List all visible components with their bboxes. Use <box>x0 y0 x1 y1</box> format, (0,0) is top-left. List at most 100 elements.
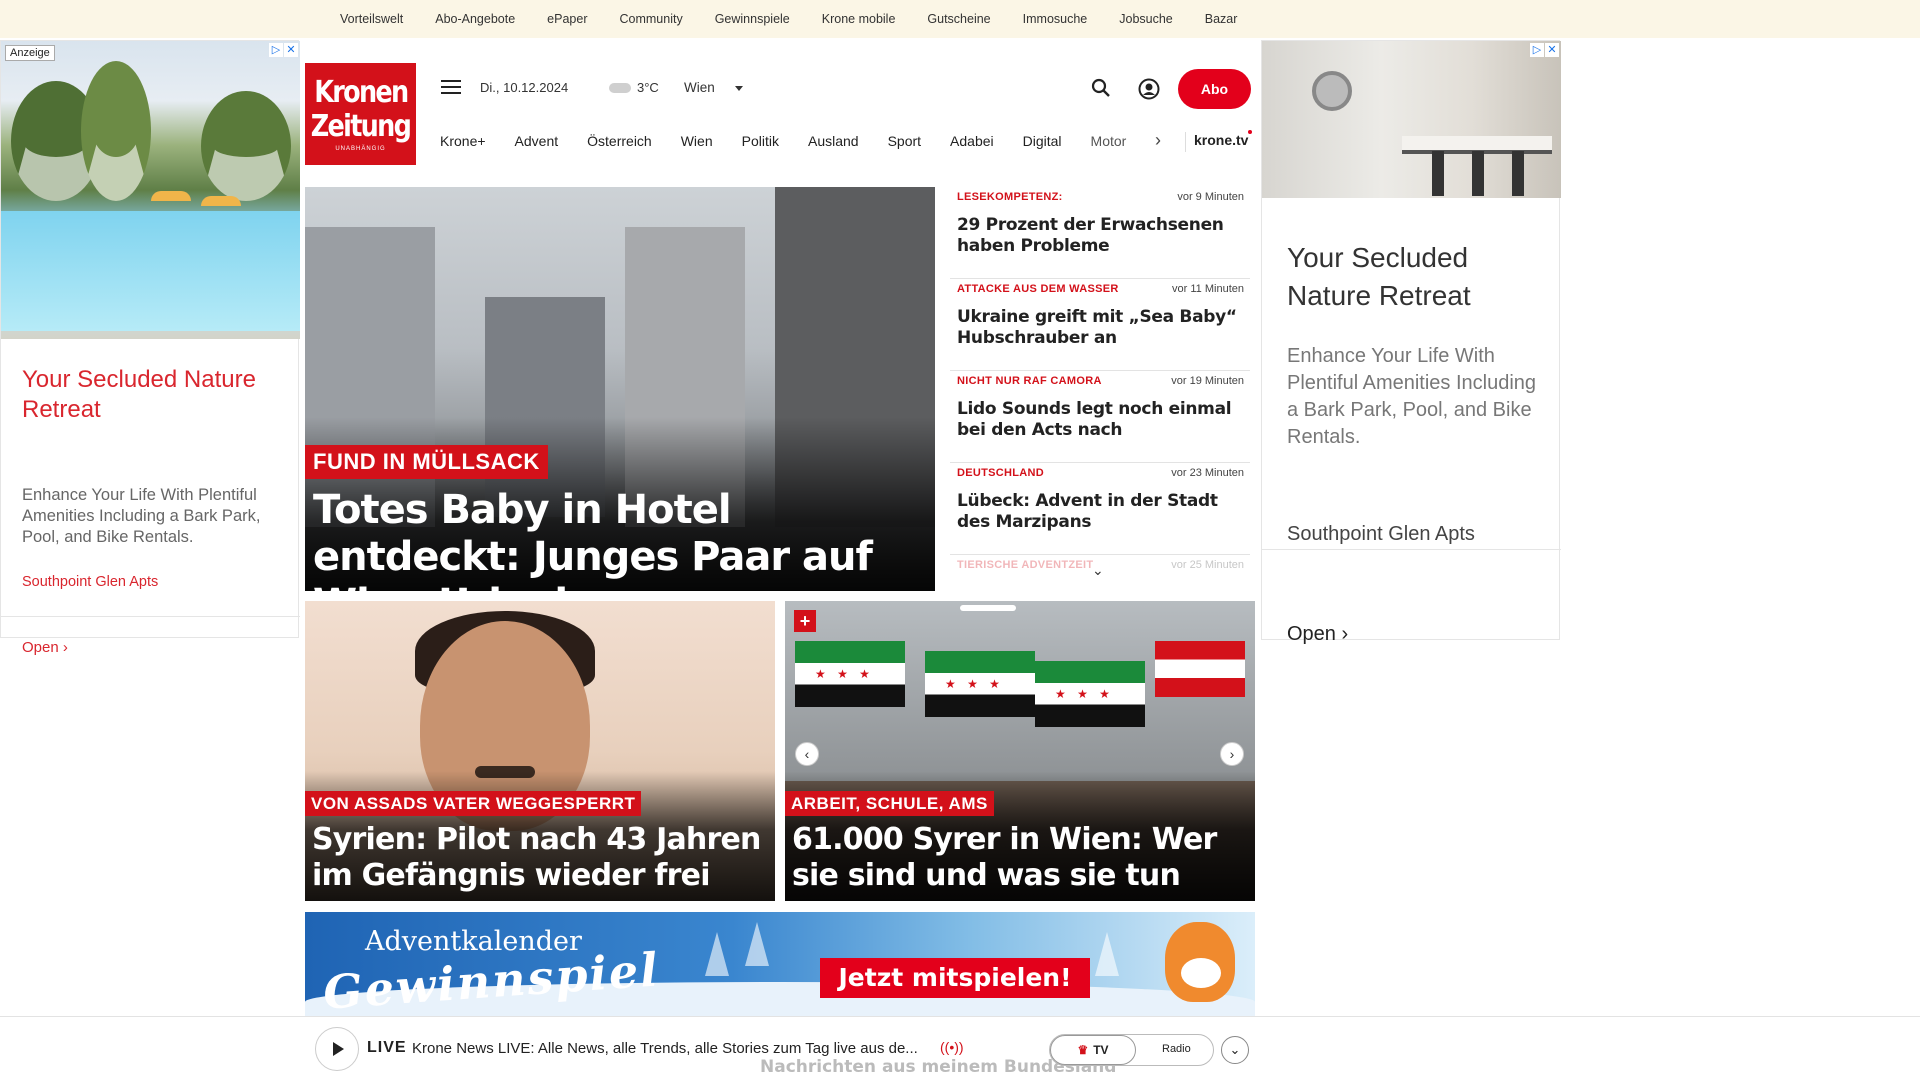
ad-right[interactable]: ▷ ✕ Your Secluded Nature Retreat Enhance… <box>1261 40 1561 645</box>
teaser-article[interactable]: ARBEIT, SCHULE, AMS 61.000 Syrer in Wien… <box>785 601 1255 901</box>
ad-right-image[interactable] <box>1262 41 1561 198</box>
broadcast-icon: ((•)) <box>940 1039 964 1055</box>
news-item[interactable]: LESEKOMPETENZ: vor 9 Minuten 29 Prozent … <box>950 187 1250 279</box>
ad-left-title[interactable]: Your Secluded Nature Retreat <box>22 365 282 425</box>
carousel-indicator[interactable] <box>960 605 1016 611</box>
ad-right-title[interactable]: Your Secluded Nature Retreat <box>1287 239 1547 315</box>
flag-shape <box>795 641 905 707</box>
news-time: vor 25 Minuten <box>1171 559 1244 571</box>
ad-right-description: Enhance Your Life With Plentiful Ameniti… <box>1287 345 1537 448</box>
search-icon[interactable] <box>1091 78 1111 98</box>
logo-line-1: Kronen <box>313 75 409 110</box>
chevron-down-icon[interactable]: ⌄ <box>1092 562 1104 579</box>
nav-item-advent[interactable]: Advent <box>515 133 559 149</box>
umbrella-shape <box>201 196 241 206</box>
nav-item-oesterreich[interactable]: Österreich <box>587 133 652 149</box>
expand-chevron-icon[interactable]: ⌄ <box>1221 1036 1249 1064</box>
weather-widget[interactable]: 3°C <box>609 80 659 95</box>
topbar-link-bazar[interactable]: Bazar <box>1205 12 1238 26</box>
news-title[interactable]: 29 Prozent der Erwachsenen haben Problem… <box>957 215 1244 257</box>
hero-article[interactable]: FUND IN MÜLLSACK Totes Baby in Hotel ent… <box>305 187 935 591</box>
news-title[interactable]: Ukraine greift mit „Sea Baby“ Hubschraub… <box>957 307 1244 349</box>
topbar-link-gewinnspiele[interactable]: Gewinnspiele <box>715 12 790 26</box>
news-title[interactable]: Lübeck: Advent in der Stadt des Marzipan… <box>957 491 1244 533</box>
hero-headline[interactable]: Totes Baby in Hotel entdeckt: Junges Paa… <box>313 487 933 591</box>
cloud-icon <box>609 82 631 93</box>
topbar-link-epaper[interactable]: ePaper <box>547 12 587 26</box>
adchoices-icon[interactable]: ▷ <box>269 43 283 57</box>
teaser-headline[interactable]: Syrien: Pilot nach 43 Jahren im Gefängni… <box>312 822 772 894</box>
flag-shape <box>1035 661 1145 727</box>
nav-item-wien[interactable]: Wien <box>681 133 713 149</box>
carousel-prev-icon[interactable]: ‹ <box>795 742 819 766</box>
radio-toggle-option[interactable]: Radio <box>1162 1043 1191 1055</box>
nav-item-ausland[interactable]: Ausland <box>808 133 859 149</box>
user-account-icon[interactable] <box>1138 78 1160 100</box>
umbrella-shape <box>151 191 191 201</box>
news-title[interactable]: Lido Sounds legt noch einmal bei den Act… <box>957 399 1244 441</box>
topbar-link-community[interactable]: Community <box>619 12 682 26</box>
carousel-next-icon[interactable]: › <box>1220 742 1244 766</box>
news-time: vor 23 Minuten <box>1171 467 1244 479</box>
nav-item-digital[interactable]: Digital <box>1023 133 1062 149</box>
nav-item-krone-tv[interactable]: krone.tv <box>1185 132 1248 152</box>
news-time: vor 9 Minuten <box>1177 191 1244 203</box>
ad-label: Anzeige <box>5 45 55 61</box>
ad-close-icon[interactable]: ✕ <box>284 43 298 57</box>
live-dot-icon <box>1248 130 1252 134</box>
advent-banner[interactable]: Adventkalender Gewinnspiel Jetzt mitspie… <box>305 912 1255 1016</box>
ad-left-open-button[interactable]: Open › <box>22 639 68 656</box>
news-item[interactable]: DEUTSCHLAND vor 23 Minuten Lübeck: Adven… <box>950 463 1250 555</box>
latest-news-list: LESEKOMPETENZ: vor 9 Minuten 29 Prozent … <box>950 187 1250 591</box>
logo-line-2: Zeitung <box>310 109 412 144</box>
topbar-link-jobsuche[interactable]: Jobsuche <box>1119 12 1173 26</box>
mirror-shape <box>1312 71 1352 111</box>
adchoices-icon[interactable]: ▷ <box>1530 43 1544 57</box>
ad-right-advertiser[interactable]: Southpoint Glen Apts <box>1287 523 1475 546</box>
nav-item-motor[interactable]: Motor <box>1091 133 1127 149</box>
ad-left-advertiser[interactable]: Southpoint Glen Apts <box>22 574 158 590</box>
live-stream-title[interactable]: Krone News LIVE: Alle News, alle Trends,… <box>412 1040 918 1057</box>
main-navigation: Krone+ Advent Österreich Wien Politik Au… <box>440 130 1252 152</box>
chevron-right-icon: › <box>1341 623 1349 645</box>
tree-shape <box>1095 932 1119 976</box>
news-item[interactable]: NICHT NUR RAF CAMORA vor 19 Minuten Lido… <box>950 371 1250 463</box>
news-time: vor 11 Minuten <box>1172 283 1244 295</box>
flag-shape <box>1155 641 1245 697</box>
tree-shape <box>705 932 729 976</box>
topbar-link-vorteilswelt[interactable]: Vorteilswelt <box>340 12 403 26</box>
teaser-article[interactable]: VON ASSADS VATER WEGGESPERRT Syrien: Pil… <box>305 601 775 901</box>
live-player-bar: Nachrichten aus meinem Bundesland LIVE K… <box>0 1016 1920 1080</box>
ad-left[interactable]: Anzeige ▷ ✕ Your Secluded Nature Retreat… <box>0 40 300 656</box>
tv-toggle-option[interactable]: ♛ TV <box>1050 1035 1136 1065</box>
nav-item-sport[interactable]: Sport <box>888 133 921 149</box>
ad-right-open-button[interactable]: Open › <box>1287 623 1348 646</box>
play-button[interactable] <box>315 1027 359 1071</box>
nav-item-adabei[interactable]: Adabei <box>950 133 994 149</box>
ad-close-icon[interactable]: ✕ <box>1545 43 1559 57</box>
advent-cta-button[interactable]: Jetzt mitspielen! <box>820 958 1090 998</box>
nav-scroll-right-icon[interactable]: › <box>1155 130 1161 151</box>
current-date: Di., 10.12.2024 <box>480 80 569 95</box>
divider <box>1 616 300 617</box>
krone-logo[interactable]: Kronen Zeitung UNABHÄNGIG <box>305 63 416 165</box>
tv-label: TV <box>1093 1043 1109 1057</box>
pool-shape <box>1 211 300 331</box>
city-selector[interactable]: Wien <box>684 80 715 95</box>
topbar-link-krone-mobile[interactable]: Krone mobile <box>822 12 896 26</box>
live-label: LIVE <box>367 1039 407 1056</box>
caret-down-icon[interactable] <box>735 86 743 91</box>
stool-shape <box>1512 151 1524 196</box>
hamburger-menu-icon[interactable] <box>441 80 461 96</box>
tv-radio-toggle[interactable]: ♛ TV Radio <box>1049 1034 1214 1066</box>
nav-item-politik[interactable]: Politik <box>742 133 779 149</box>
flag-shape <box>925 651 1035 717</box>
topbar-link-gutscheine[interactable]: Gutscheine <box>927 12 990 26</box>
topbar-link-abo-angebote[interactable]: Abo-Angebote <box>435 12 515 26</box>
nav-item-krone-plus[interactable]: Krone+ <box>440 133 486 149</box>
abo-button[interactable]: Abo <box>1178 69 1251 109</box>
topbar-link-immosuche[interactable]: Immosuche <box>1023 12 1088 26</box>
news-item[interactable]: ATTACKE AUS DEM WASSER vor 11 Minuten Uk… <box>950 279 1250 371</box>
teaser-headline[interactable]: 61.000 Syrer in Wien: Wer sie sind und w… <box>792 822 1252 894</box>
ad-left-image[interactable] <box>1 41 300 339</box>
